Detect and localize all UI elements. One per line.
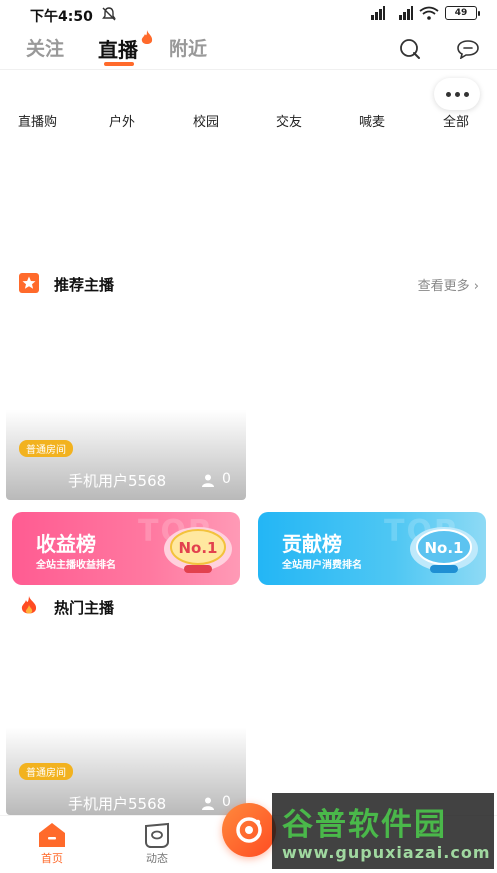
nav-feed-label: 动态 [146, 852, 168, 865]
ranking-subtitle: 全站用户消费排名 [282, 560, 362, 571]
dot-icon [454, 91, 460, 97]
dot-icon [445, 91, 451, 97]
category-item[interactable]: 交友 [276, 111, 302, 130]
watermark-url: www.gupuxiazai.com [282, 843, 491, 862]
room-host-name: 手机用户5568 [68, 472, 167, 490]
status-bar: 下午4:50 49 [0, 0, 497, 28]
no1-medal-icon: No.1 [164, 527, 232, 573]
nav-home-label: 首页 [41, 852, 63, 865]
tab-live[interactable]: 直播 [98, 34, 138, 63]
message-icon[interactable] [456, 39, 480, 59]
room-card[interactable]: 普通房间 手机用户5568 0 [6, 620, 246, 815]
user-icon [202, 797, 214, 810]
tab-follow[interactable]: 关注 [26, 34, 64, 61]
ranking-title: 收益榜 [36, 532, 96, 556]
view-more-link[interactable]: 查看更多 › [418, 275, 479, 294]
feed-icon [145, 822, 169, 848]
camera-lens-icon [236, 817, 262, 843]
chevron-right-icon: › [473, 279, 479, 294]
bell-muted-icon [102, 7, 116, 21]
wifi-icon [419, 6, 439, 20]
battery-icon: 49 [445, 6, 480, 20]
recommend-section-header: 推荐主播 查看更多 › [18, 272, 479, 296]
no1-medal-icon: No.1 [410, 527, 478, 573]
user-icon [202, 474, 214, 487]
category-item[interactable]: 全部 [443, 111, 469, 130]
top-tab-bar: 关注 直播 附近 [0, 28, 497, 70]
viewer-count: 0 [222, 794, 231, 810]
tab-active-indicator [104, 62, 134, 66]
hot-section-header: 热门主播 [18, 595, 479, 619]
category-item[interactable]: 喊麦 [359, 111, 385, 130]
ranking-subtitle: 全站主播收益排名 [36, 560, 116, 571]
category-item[interactable]: 直播购 [18, 111, 57, 130]
nav-home[interactable]: 首页 [27, 822, 77, 866]
signal-icon [371, 6, 385, 20]
category-item[interactable]: 校园 [193, 111, 219, 130]
ranking-title: 贡献榜 [282, 532, 342, 556]
status-indicators: 49 [363, 6, 480, 20]
medal-label: No.1 [425, 539, 464, 557]
contribution-ranking-banner[interactable]: TOP 贡献榜 全站用户消费排名 No.1 [258, 512, 486, 585]
battery-level: 49 [454, 8, 468, 18]
income-ranking-banner[interactable]: TOP 收益榜 全站主播收益排名 No.1 [12, 512, 240, 585]
room-host-name: 手机用户5568 [68, 795, 167, 813]
dot-icon [463, 91, 469, 97]
site-watermark: 谷普软件园 www.gupuxiazai.com [272, 793, 494, 869]
viewer-count: 0 [222, 471, 231, 487]
status-time: 下午4:50 [30, 9, 93, 25]
tab-nearby[interactable]: 附近 [169, 34, 207, 61]
fire-icon [21, 596, 37, 614]
view-more-label: 查看更多 [417, 279, 470, 294]
flame-icon [141, 30, 153, 44]
category-item[interactable]: 户外 [109, 111, 135, 130]
start-live-button[interactable] [222, 803, 276, 857]
search-icon[interactable] [398, 38, 422, 60]
room-type-badge: 普通房间 [19, 440, 73, 457]
signal-icon-2 [399, 6, 413, 20]
room-card[interactable]: 普通房间 手机用户5568 0 [6, 300, 246, 500]
nav-feed[interactable]: 动态 [132, 822, 182, 866]
watermark-title: 谷普软件园 [282, 807, 447, 843]
room-type-badge: 普通房间 [19, 763, 73, 780]
hot-title: 热门主播 [54, 599, 115, 617]
medal-label: No.1 [179, 539, 218, 557]
category-strip: 直播购 户外 校园 交友 喊麦 全部 [0, 106, 497, 132]
recommend-title: 推荐主播 [54, 276, 115, 294]
home-icon [39, 823, 65, 847]
star-badge-icon [19, 273, 39, 293]
